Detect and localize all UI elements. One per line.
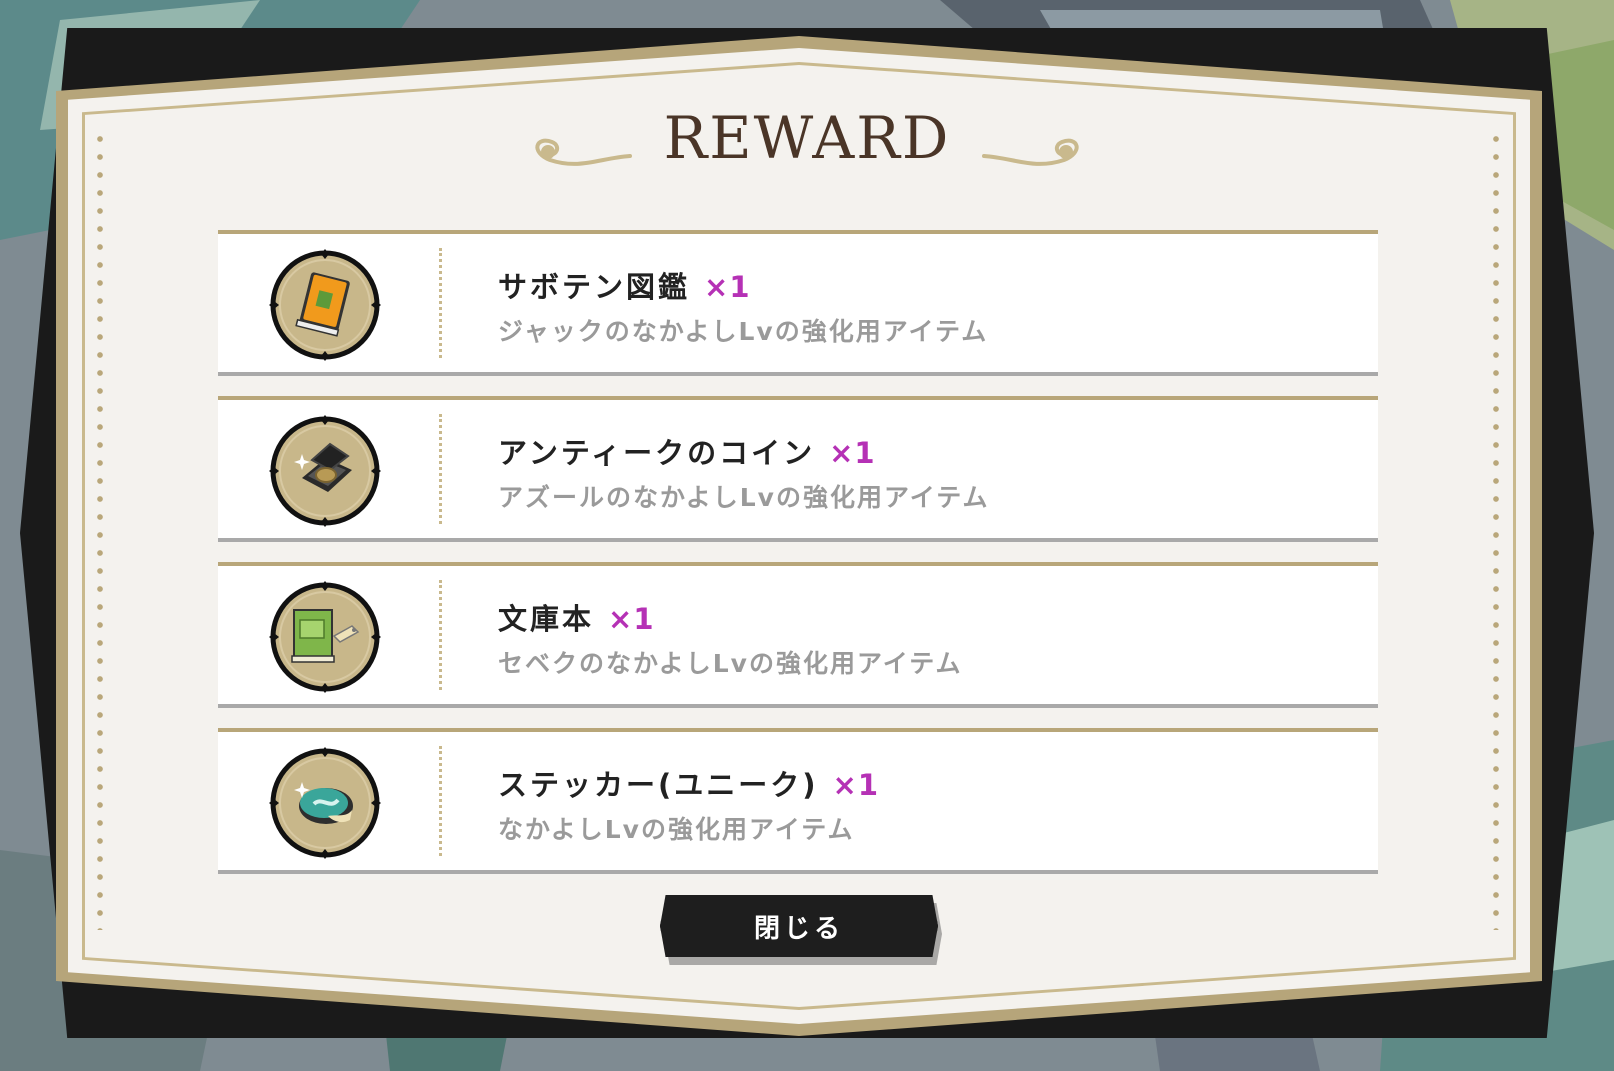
item-quantity: ×1 (704, 270, 751, 304)
item-quantity: ×1 (832, 768, 879, 802)
item-description: ジャックのなかよしLvの強化用アイテム (498, 317, 989, 346)
reward-header: REWARD (520, 100, 1094, 200)
item-divider (439, 580, 442, 690)
dotted-border-right (1492, 130, 1500, 930)
item-name: ステッカー(ユニーク) (498, 768, 819, 802)
item-name-row: アンティークのコイン ×1 (498, 430, 876, 472)
item-name: サボテン図鑑 (498, 270, 691, 304)
dotted-border-left (96, 130, 104, 930)
reward-item: ステッカー(ユニーク) ×1 なかよしLvの強化用アイテム (218, 728, 1378, 874)
item-name-row: ステッカー(ユニーク) ×1 (498, 762, 879, 804)
item-name-row: 文庫本 ×1 (498, 596, 655, 638)
item-quantity: ×1 (608, 602, 655, 636)
reward-item: アンティークのコイン ×1 アズールのなかよしLvの強化用アイテム (218, 396, 1378, 542)
item-description: アズールのなかよしLvの強化用アイテム (498, 483, 990, 512)
reward-item: 文庫本 ×1 セベクのなかよしLvの強化用アイテム (218, 562, 1378, 708)
dialog-title: REWARD (520, 104, 1094, 172)
close-button[interactable]: 閉じる (660, 895, 938, 957)
item-description: セベクのなかよしLvの強化用アイテム (498, 649, 963, 678)
close-button-label: 閉じる (753, 913, 844, 944)
reward-item: サボテン図鑑 ×1 ジャックのなかよしLvの強化用アイテム (218, 230, 1378, 376)
item-name: 文庫本 (498, 602, 595, 636)
item-divider (439, 248, 442, 358)
reward-list: サボテン図鑑 ×1 ジャックのなかよしLvの強化用アイテム アンティークのコイン ×… (218, 230, 1378, 894)
antique-coin-icon (269, 415, 381, 527)
item-name: アンティークのコイン (498, 436, 816, 470)
item-quantity: ×1 (829, 436, 876, 470)
title-text: REWARD (663, 104, 951, 172)
item-name-row: サボテン図鑑 ×1 (498, 264, 751, 306)
item-divider (439, 746, 442, 856)
item-description: なかよしLvの強化用アイテム (498, 815, 855, 844)
cactus-book-icon (269, 249, 381, 361)
paperback-book-icon (269, 581, 381, 693)
sticker-icon (269, 747, 381, 859)
item-divider (439, 414, 442, 524)
